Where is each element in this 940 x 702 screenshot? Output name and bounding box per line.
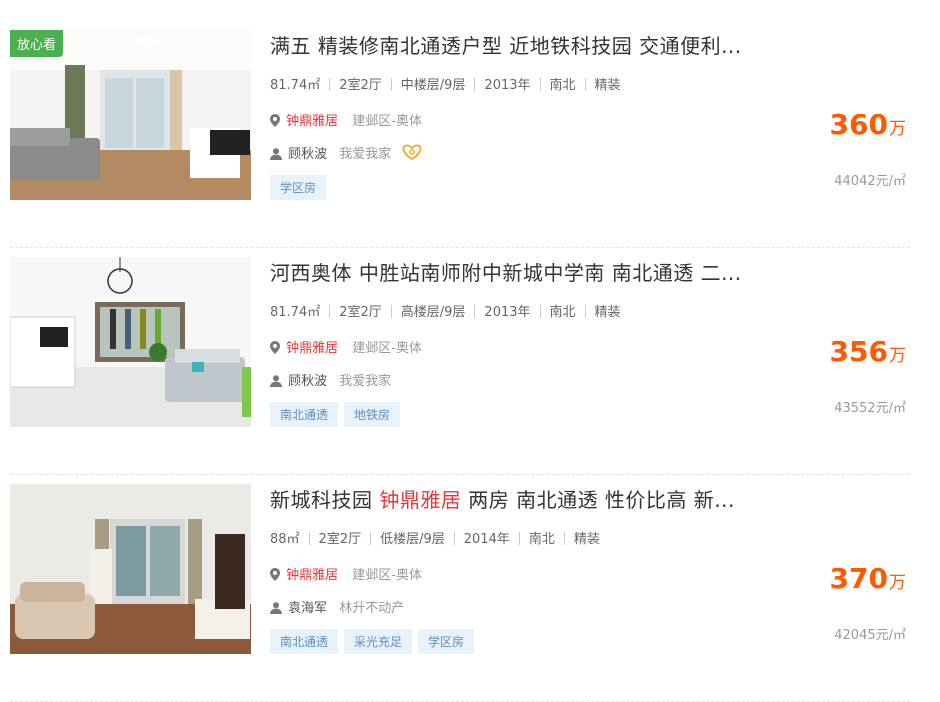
person-icon — [270, 602, 282, 618]
orientation: 南北 — [549, 78, 576, 93]
build-year: 2013年 — [484, 78, 531, 93]
listing-tags: 南北通透 采光充足 学区房 — [270, 629, 480, 654]
listing-info: 81.74㎡ 2室2厅 高楼层/9层 2013年 南北 精装 — [270, 301, 621, 320]
title-text: 新城科技园 — [270, 488, 380, 512]
map-pin-icon — [270, 114, 280, 131]
listing-tags: 学区房 — [270, 175, 332, 200]
listing-info: 88㎡ 2室2厅 低楼层/9层 2014年 南北 精装 — [270, 528, 600, 547]
listing-title[interactable]: 满五 精装修南北通透户型 近地铁科技园 交通便利... — [270, 32, 790, 60]
unit-price: 44042元/㎡ — [834, 174, 906, 189]
decoration: 精装 — [573, 532, 600, 547]
listing-photo[interactable] — [10, 484, 251, 654]
title-text: 两房 南北通透 性价比高 新... — [461, 488, 735, 512]
listing-agent: 顾秋波 我爱我家 — [270, 143, 423, 164]
agent-name[interactable]: 顾秋波 — [288, 374, 327, 389]
floor: 高楼层/9层 — [400, 305, 466, 320]
listing-location: 钟鼎雅居 建邺区-奥体 — [270, 337, 422, 358]
listing-info: 81.74㎡ 2室2厅 中楼层/9层 2013年 南北 精装 — [270, 74, 621, 93]
total-price: 356万 — [830, 335, 906, 368]
agent-name[interactable]: 顾秋波 — [288, 147, 327, 162]
district: 建邺区-奥体 — [352, 568, 422, 583]
floor: 低楼层/9层 — [380, 532, 445, 547]
tag: 南北通透 — [270, 629, 339, 654]
orientation: 南北 — [549, 305, 576, 320]
listing-card[interactable]: 河西奥体 中胜站南师附中新城中学南 南北通透 二... 81.74㎡ 2室2厅 高楼… — [10, 255, 910, 475]
price-unit: 万 — [889, 573, 906, 593]
area: 81.74㎡ — [270, 78, 321, 93]
person-icon — [270, 375, 282, 391]
community-link[interactable]: 钟鼎雅居 — [286, 114, 338, 129]
area: 88㎡ — [270, 532, 300, 547]
price-unit: 万 — [889, 346, 906, 366]
listing-card[interactable]: 新城科技园 钟鼎雅居 两房 南北通透 性价比高 新... 88㎡ 2室2厅 低楼层/… — [10, 482, 910, 702]
listing-location: 钟鼎雅居 建邺区-奥体 — [270, 564, 422, 585]
total-price: 360万 — [830, 108, 906, 141]
map-pin-icon — [270, 341, 280, 358]
unit-price: 43552元/㎡ — [834, 401, 906, 416]
total-price: 370万 — [830, 562, 906, 595]
listing-tags: 南北通透 地铁房 — [270, 402, 406, 427]
decoration: 精装 — [594, 305, 621, 320]
heart-badge-icon — [401, 144, 423, 164]
tag: 采光充足 — [344, 629, 413, 654]
tag: 地铁房 — [344, 402, 401, 427]
agent-company: 我爱我家 — [339, 374, 392, 389]
listing-title[interactable]: 新城科技园 钟鼎雅居 两房 南北通透 性价比高 新... — [270, 486, 790, 514]
floor: 中楼层/9层 — [400, 78, 466, 93]
orientation: 南北 — [528, 532, 555, 547]
safe-view-badge: 放心看 — [10, 30, 64, 57]
layout: 2室2厅 — [318, 532, 362, 547]
district: 建邺区-奥体 — [352, 341, 422, 356]
divider — [10, 247, 910, 248]
area: 81.74㎡ — [270, 305, 321, 320]
tag: 南北通透 — [270, 402, 339, 427]
price-value: 370 — [829, 562, 888, 595]
listing-agent: 顾秋波 我爱我家 — [270, 370, 391, 391]
district: 建邺区-奥体 — [352, 114, 422, 129]
decoration: 精装 — [594, 78, 621, 93]
listing-location: 钟鼎雅居 建邺区-奥体 — [270, 110, 422, 131]
community-link[interactable]: 钟鼎雅居 — [286, 568, 338, 583]
layout: 2室2厅 — [339, 78, 382, 93]
listing-card[interactable]: 放心看 满五 精装修南北通透户型 近地铁科技园 交通便利... 81.74㎡ 2室… — [10, 28, 910, 248]
listing-photo[interactable] — [10, 257, 251, 427]
price-value: 360 — [829, 108, 888, 141]
person-icon — [270, 148, 282, 164]
agent-name[interactable]: 袁海军 — [288, 601, 327, 616]
divider — [10, 474, 910, 475]
price-unit: 万 — [889, 119, 906, 139]
price-value: 356 — [829, 335, 888, 368]
unit-price: 42045元/㎡ — [834, 628, 906, 643]
agent-company: 林升不动产 — [339, 601, 405, 616]
build-year: 2014年 — [463, 532, 510, 547]
map-pin-icon — [270, 568, 280, 585]
tag: 学区房 — [270, 175, 327, 200]
community-link[interactable]: 钟鼎雅居 — [286, 341, 338, 356]
title-highlight: 钟鼎雅居 — [379, 488, 462, 512]
build-year: 2013年 — [484, 305, 531, 320]
listing-agent: 袁海军 林升不动产 — [270, 597, 404, 618]
listing-title[interactable]: 河西奥体 中胜站南师附中新城中学南 南北通透 二... — [270, 259, 790, 287]
tag: 学区房 — [418, 629, 475, 654]
agent-company: 我爱我家 — [339, 147, 392, 162]
layout: 2室2厅 — [339, 305, 382, 320]
